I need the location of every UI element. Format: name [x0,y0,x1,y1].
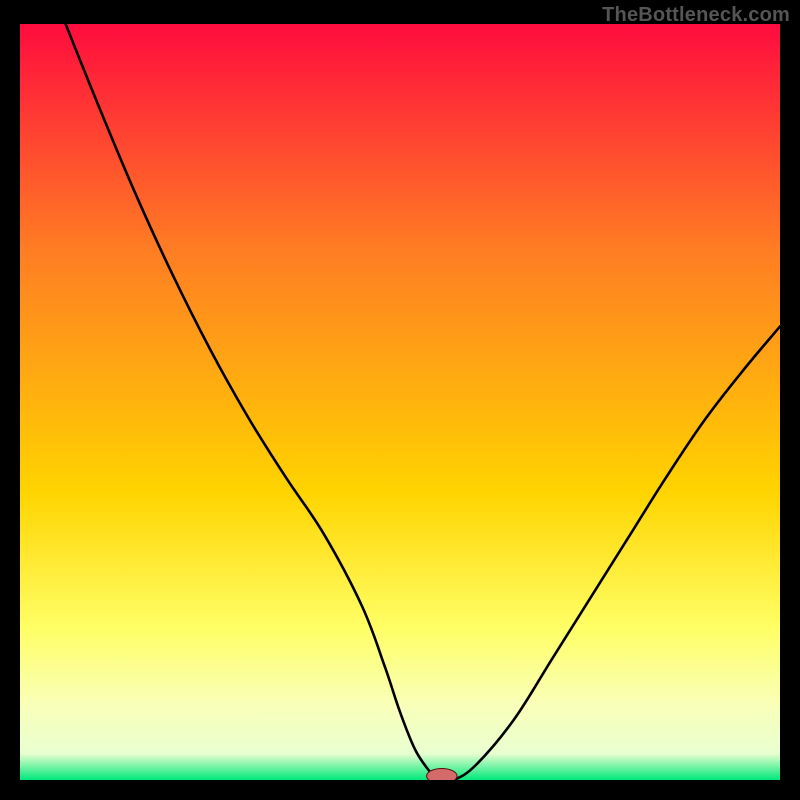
optimal-point-marker [427,768,457,780]
bottleneck-chart [20,24,780,780]
chart-frame: TheBottleneck.com [0,0,800,800]
plot-area [20,24,780,780]
watermark-text: TheBottleneck.com [602,4,790,27]
gradient-background [20,24,780,780]
